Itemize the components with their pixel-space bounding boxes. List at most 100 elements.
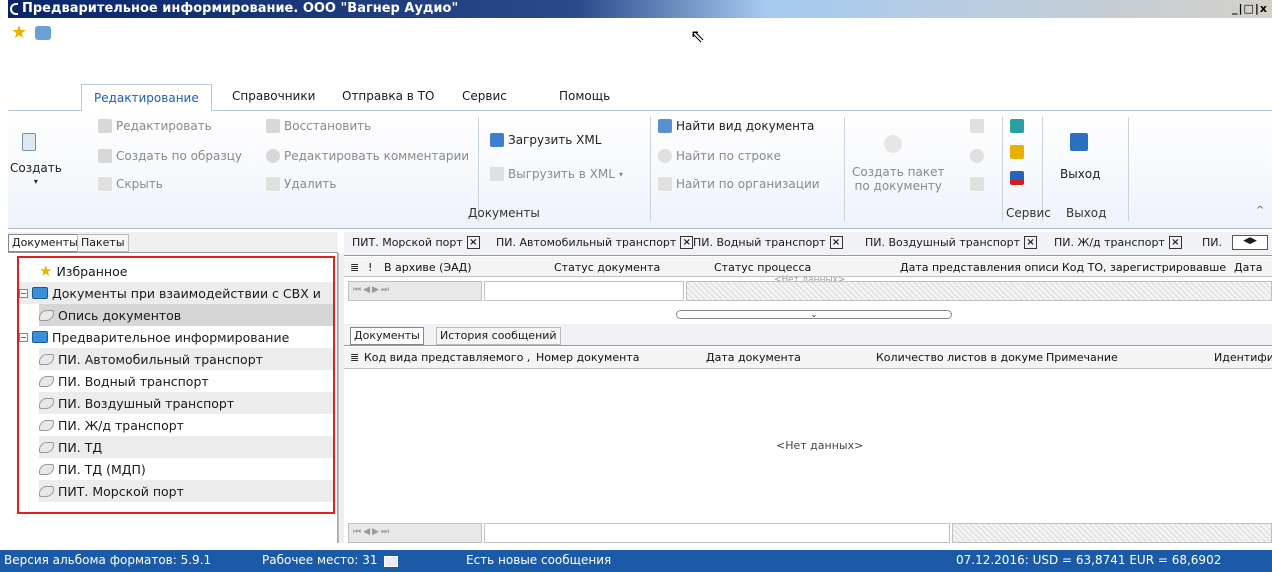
find-by-org-button[interactable]: Найти по организации [658,177,820,191]
folder-icon [32,331,48,343]
window-title: Предварительное информирование. ООО "Ваг… [22,1,459,16]
doc-tab-sea-port[interactable]: ПИТ. Морской порт × [352,236,480,249]
subtab-message-history[interactable]: История сообщений [436,327,561,345]
minus-icon[interactable] [970,177,984,191]
tab-directories[interactable]: Справочники [232,89,315,103]
currency-rates: 07.12.2016: USD = 63,8741 EUR = 68,6902 [956,553,1222,567]
bottom-grid-navigator[interactable]: ⏮◀▶⏭ [348,523,482,543]
left-panel-tabs: Документы Пакеты [8,232,338,253]
close-icon: × [466,236,480,249]
document-leaf-icon [39,463,54,475]
top-grid-hscroll-track [686,281,1272,301]
favorites-star-icon[interactable]: ★ [11,24,27,42]
collapse-ribbon-icon[interactable]: ^ [1256,205,1264,216]
col-date[interactable]: Дата [1234,261,1262,274]
col-identifier[interactable]: Идентифи [1214,351,1272,364]
col-flag[interactable]: ! [368,261,372,274]
tab-service[interactable]: Сервис [462,89,507,103]
window-controls[interactable]: _|□|x [1232,2,1272,16]
edit-button[interactable]: Редактировать [98,119,212,133]
tree-item-air[interactable]: ПИ. Воздушный транспорт [39,392,333,414]
tree-item-td[interactable]: ПИ. ТД [39,436,333,458]
top-grid-hscroll[interactable] [484,281,684,301]
tree-item-preliminary-info[interactable]: − Предварительное информирование [19,326,333,348]
col-archive[interactable]: В архиве (ЭАД) [384,261,472,274]
tab-send-to[interactable]: Отправка в ТО [342,89,434,103]
close-icon: × [1024,236,1038,249]
exit-button[interactable]: Выход [1060,167,1100,181]
tab-documents-left[interactable]: Документы [8,234,82,252]
flag-icon[interactable] [1010,171,1024,185]
group-exit-label: Выход [1066,206,1107,220]
find-doc-type-button[interactable]: Найти вид документа [658,119,814,133]
bottom-grid-hscroll-track [952,523,1272,543]
document-leaf-icon [39,353,54,365]
mail-icon[interactable] [384,556,398,567]
download-icon [490,133,504,147]
collapse-icon: − [19,332,28,342]
col-doc-number[interactable]: Номер документа [536,351,639,364]
unload-xml-button[interactable]: Выгрузить в XML ▾ [490,167,623,181]
col-inventory-date[interactable]: Дата представления описи [900,261,1059,274]
create-package-button[interactable]: Создать пакет по документу [852,165,944,193]
col-note[interactable]: Примечание [1046,351,1118,364]
new-messages[interactable]: Есть новые сообщения [466,553,611,567]
tree-item-inventory[interactable]: Опись документов [39,304,333,326]
find-icon [658,119,672,133]
tree-item-auto[interactable]: ПИ. Автомобильный транспорт [39,348,333,370]
bottom-grid-empty: <Нет данных> [776,439,864,452]
tree-item-td-mdp[interactable]: ПИ. ТД (МДП) [39,458,333,480]
edit-comments-button[interactable]: Редактировать комментарии [266,149,469,163]
col-doc-status[interactable]: Статус документа [554,261,660,274]
refresh-icon[interactable] [35,26,51,40]
tab-help[interactable]: Помощь [559,89,610,103]
col-doc-date[interactable]: Дата документа [706,351,801,364]
sync-icon[interactable] [1010,119,1024,133]
bottom-grid-hscroll[interactable] [484,523,950,543]
comment-icon [266,149,280,163]
up-icon[interactable] [970,119,984,133]
tree-item-water[interactable]: ПИ. Водный транспорт [39,370,333,392]
document-leaf-icon [39,485,54,497]
subtab-documents[interactable]: Документы [350,327,424,345]
document-leaf-icon [39,419,54,431]
tree-item-rail[interactable]: ПИ. Ж/д транспорт [39,414,333,436]
exit-icon [1070,133,1088,151]
bottom-grid-header: ≣ Код вида представляемого , Номер докум… [344,347,1272,369]
load-xml-button[interactable]: Загрузить XML [490,133,601,147]
tree-item-sea-port[interactable]: ПИТ. Морской порт [39,480,333,502]
create-button[interactable]: Создать ▾ [10,161,62,186]
tab-scroll-arrows-icon[interactable]: ◀▶ [1232,235,1268,250]
column-chooser-icon[interactable]: ≣ [350,261,359,274]
star-icon: ★ [39,262,53,280]
horizontal-splitter[interactable]: ⌄ [676,310,952,319]
tree-item-favorites[interactable]: ★ Избранное [39,260,331,282]
create-by-sample-button[interactable]: Создать по образцу [98,149,242,163]
col-process-status[interactable]: Статус процесса [714,261,811,274]
tab-packages-left[interactable]: Пакеты [77,234,129,252]
doc-tab-auto[interactable]: ПИ. Автомобильный транспорт × [496,236,694,249]
doc-tab-air[interactable]: ПИ. Воздушный транспорт × [865,236,1038,249]
tool-icon[interactable] [1010,145,1024,159]
column-chooser-icon[interactable]: ≣ [350,351,359,364]
tree-item-svh-documents[interactable]: − Документы при взаимодействии с СВХ и [19,282,333,304]
col-sheet-count[interactable]: Количество листов в докуме [876,351,1043,364]
close-icon: × [829,236,843,249]
top-grid-navigator[interactable]: ⏮◀▶⏭ [348,281,482,301]
restore-button[interactable]: Восстановить [266,119,371,133]
group-service-label: Сервис [1006,206,1051,220]
col-doc-type-code[interactable]: Код вида представляемого , [364,351,530,364]
document-tree: ★ Избранное − Документы при взаимодействии… [17,256,335,514]
doc-tab-water[interactable]: ПИ. Водный транспорт × [693,236,843,249]
doc-tab-rail[interactable]: ПИ. Ж/д транспорт × [1054,236,1182,249]
top-grid-header: ≣ ! В архиве (ЭАД) Статус документа Стат… [344,257,1272,277]
add-icon[interactable] [970,149,984,163]
delete-icon [266,177,280,191]
col-customs-code[interactable]: Код ТО, зарегистрировавше [1062,261,1226,274]
restore-icon [266,119,280,133]
find-by-row-button[interactable]: Найти по строке [658,149,781,163]
doc-tab-more[interactable]: ПИ. [1202,236,1222,249]
delete-button[interactable]: Удалить [266,177,337,191]
tab-editing[interactable]: Редактирование [81,84,212,112]
hide-button[interactable]: Скрыть [98,177,163,191]
